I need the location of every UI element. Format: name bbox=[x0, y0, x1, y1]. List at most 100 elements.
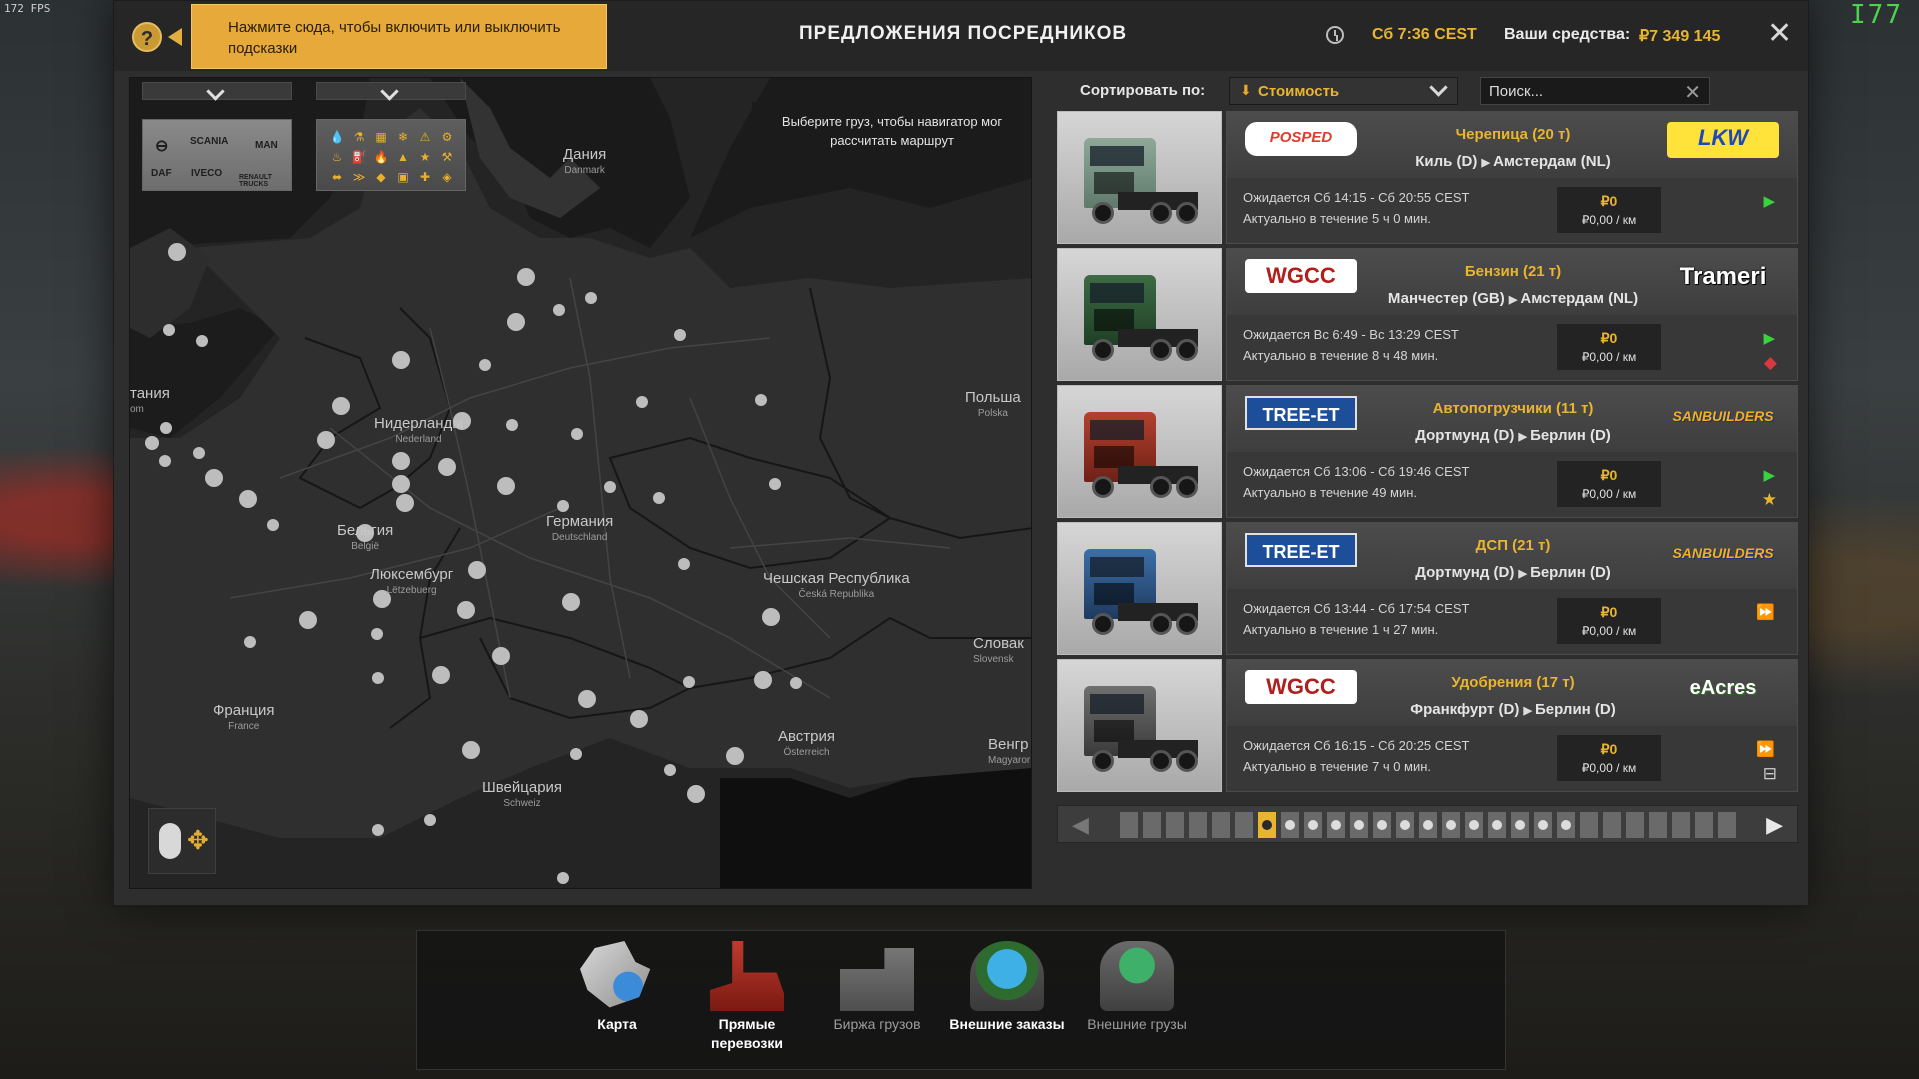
dock-item-external-contracts[interactable]: Внешние заказы bbox=[947, 941, 1067, 1034]
page-indicator[interactable] bbox=[1143, 812, 1161, 838]
direct-contracts-icon bbox=[710, 941, 784, 1011]
cargo-name: Бензин (21 т) bbox=[1464, 263, 1562, 280]
hint-toggle[interactable]: Нажмите сюда, чтобы включить или выключи… bbox=[191, 4, 607, 69]
fps-counter: 172 FPS bbox=[4, 2, 51, 15]
page-indicator[interactable] bbox=[1304, 812, 1322, 838]
sort-select[interactable]: ⬇ Стоимость bbox=[1229, 77, 1458, 105]
valid-time: Актуально в течение 1 ч 27 мин. bbox=[1243, 622, 1439, 637]
offer-row[interactable]: POSPED LKW Черепица (20 т) Киль (D) ▶ Ам… bbox=[1057, 111, 1798, 244]
expected-time: Ожидается Сб 13:06 - Сб 19:46 CEST bbox=[1243, 464, 1470, 479]
page-indicator[interactable] bbox=[1235, 812, 1253, 838]
page-indicator[interactable] bbox=[1488, 812, 1506, 838]
page-indicator[interactable] bbox=[1649, 812, 1667, 838]
page-indicator[interactable] bbox=[1212, 812, 1230, 838]
page-indicator[interactable] bbox=[1373, 812, 1391, 838]
truck-grill bbox=[1094, 172, 1134, 194]
valid-time: Актуально в течение 49 мин. bbox=[1243, 485, 1418, 500]
truck-windshield bbox=[1090, 283, 1144, 303]
truck-image bbox=[1057, 111, 1222, 244]
page-indicator[interactable] bbox=[1189, 812, 1207, 838]
dock-item-map[interactable]: Карта bbox=[557, 941, 677, 1034]
truck-wheel bbox=[1150, 750, 1172, 772]
page-indicator[interactable] bbox=[1580, 812, 1598, 838]
brand-filter-tile[interactable]: SCANIA DAF IVECO MAN RENAULT TRUCKS ⊖ bbox=[142, 119, 292, 191]
route: Франкфурт (D) ▶ Берлин (D) bbox=[1347, 701, 1679, 718]
cargo-type-icon: ≫ bbox=[352, 170, 366, 184]
page-indicator[interactable] bbox=[1534, 812, 1552, 838]
truck-image bbox=[1057, 248, 1222, 381]
country-label: Франция France bbox=[213, 702, 275, 732]
map-controls-button[interactable]: ✥ bbox=[148, 808, 216, 874]
page-indicator[interactable] bbox=[1557, 812, 1575, 838]
offer-info: WGCC eAcres Удобрения (17 т) Франкфурт (… bbox=[1226, 659, 1798, 792]
prev-page-icon[interactable]: ◀ bbox=[1072, 812, 1089, 838]
map-geography bbox=[130, 78, 1031, 888]
dock-item-freight-market[interactable]: Биржа грузов bbox=[817, 941, 937, 1034]
route-to: Берлин (D) bbox=[1535, 701, 1616, 718]
truck-grill bbox=[1094, 583, 1134, 605]
page-indicator-current[interactable] bbox=[1258, 812, 1276, 838]
offer-row[interactable]: WGCC Trameri Бензин (21 т) Манчестер (GB… bbox=[1057, 248, 1798, 381]
price-per-km: ₽0,00 / км bbox=[1581, 761, 1637, 775]
truck-image bbox=[1057, 385, 1222, 518]
page-indicator[interactable] bbox=[1442, 812, 1460, 838]
price: ₽0 bbox=[1600, 467, 1618, 483]
cargo-type-icon: ◆ bbox=[376, 170, 386, 184]
offer-row[interactable]: WGCC eAcres Удобрения (17 т) Франкфурт (… bbox=[1057, 659, 1798, 792]
country-label: Дания Danmark bbox=[563, 146, 607, 176]
mouse-icon bbox=[159, 823, 181, 859]
close-icon[interactable]: ✕ bbox=[1767, 19, 1792, 49]
dock-label: Внешние грузы bbox=[1087, 1016, 1187, 1032]
page-indicators bbox=[1120, 812, 1736, 838]
route: Дортмунд (D) ▶ Берлин (D) bbox=[1347, 564, 1679, 581]
cargo-type-icon: 🔥 bbox=[373, 150, 389, 164]
play-icon: ▶ bbox=[1763, 330, 1775, 347]
truck-image bbox=[1057, 659, 1222, 792]
search-box[interactable]: ✕ bbox=[1480, 77, 1710, 105]
search-input[interactable] bbox=[1481, 78, 1671, 104]
truck-windshield bbox=[1090, 146, 1144, 166]
truck-wheel bbox=[1150, 202, 1172, 224]
page-indicator[interactable] bbox=[1603, 812, 1621, 838]
offer-row[interactable]: TREE-ET SANBUILDERS Автопогрузчики (11 т… bbox=[1057, 385, 1798, 518]
map-view[interactable]: SCANIA DAF IVECO MAN RENAULT TRUCKS ⊖ 💧 ⚗… bbox=[129, 77, 1032, 889]
offer-row[interactable]: TREE-ET SANBUILDERS ДСП (21 т) Дортмунд … bbox=[1057, 522, 1798, 655]
offers-list: POSPED LKW Черепица (20 т) Киль (D) ▶ Ам… bbox=[1057, 111, 1798, 796]
route-from: Манчестер (GB) bbox=[1387, 290, 1505, 307]
volvo-logo-icon: ⊖ bbox=[155, 138, 169, 155]
arrow-right-icon: ▶ bbox=[1518, 431, 1531, 443]
help-icon[interactable]: ? bbox=[132, 22, 162, 52]
page-indicator[interactable] bbox=[1166, 812, 1184, 838]
page-indicator[interactable] bbox=[1465, 812, 1483, 838]
cargo-type-icon: ★ bbox=[419, 150, 431, 164]
route: Киль (D) ▶ Амстердам (NL) bbox=[1347, 153, 1679, 170]
truck-wheel bbox=[1150, 339, 1172, 361]
price-box: ₽0 ₽0,00 / км bbox=[1557, 598, 1661, 644]
offer-info: POSPED LKW Черепица (20 т) Киль (D) ▶ Ам… bbox=[1226, 111, 1798, 244]
truck-wheel bbox=[1092, 750, 1114, 772]
page-indicator[interactable] bbox=[1626, 812, 1644, 838]
cargo-type-icon: ▦ bbox=[375, 130, 387, 144]
clear-search-icon[interactable]: ✕ bbox=[1684, 80, 1701, 105]
page-indicator[interactable] bbox=[1281, 812, 1299, 838]
dock-item-direct-contracts[interactable]: Прямые перевозки bbox=[687, 941, 807, 1053]
source-company-logo: WGCC bbox=[1245, 670, 1357, 704]
page-indicator[interactable] bbox=[1511, 812, 1529, 838]
valid-time: Актуально в течение 5 ч 0 мин. bbox=[1243, 211, 1432, 226]
page-indicator[interactable] bbox=[1120, 812, 1138, 838]
cargo-filter-dropdown[interactable] bbox=[316, 82, 466, 100]
page-indicator[interactable] bbox=[1396, 812, 1414, 838]
dock-item-external-cargo[interactable]: Внешние грузы bbox=[1077, 941, 1197, 1034]
dock-label: Биржа грузов bbox=[833, 1016, 921, 1032]
page-title: ПРЕДЛОЖЕНИЯ ПОСРЕДНИКОВ bbox=[799, 23, 1128, 44]
brand-filter-dropdown[interactable] bbox=[142, 82, 292, 100]
page-indicator[interactable] bbox=[1718, 812, 1736, 838]
page-indicator[interactable] bbox=[1350, 812, 1368, 838]
page-indicator[interactable] bbox=[1419, 812, 1437, 838]
page-indicator[interactable] bbox=[1327, 812, 1345, 838]
page-indicator[interactable] bbox=[1672, 812, 1690, 838]
page-indicator[interactable] bbox=[1695, 812, 1713, 838]
cargo-filter-tile[interactable]: 💧 ⚗ ▦ ❄ ⚠ ⚙ ♨ ⛽ 🔥 ▲ ★ ⚒ ⬌ ≫ ◆ ▣ ✚ ◈ bbox=[316, 119, 466, 191]
play-icon: ▶ bbox=[1763, 467, 1775, 484]
next-page-icon[interactable]: ▶ bbox=[1766, 812, 1783, 838]
